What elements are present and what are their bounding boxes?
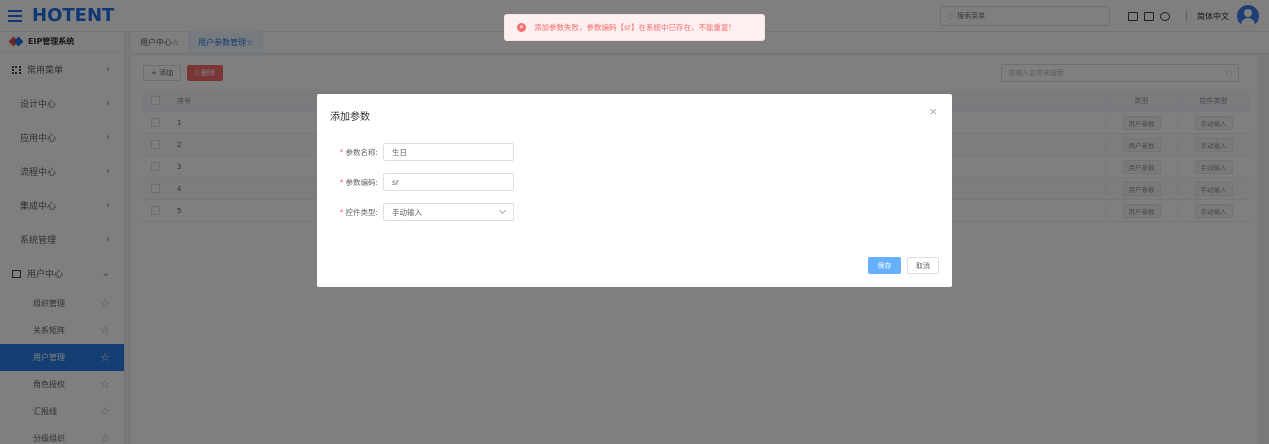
required-mark: * [339, 147, 344, 157]
param-code-input[interactable]: sr [383, 173, 514, 191]
dialog-title: 添加参数 [330, 112, 370, 123]
cancel-button[interactable]: 取消 [907, 257, 939, 274]
control-label: 控件类型: [345, 207, 378, 217]
control-field-row: * 控件类型: 手动输入 [317, 203, 514, 221]
control-type-value: 手动输入 [392, 207, 422, 217]
required-mark: * [339, 207, 344, 217]
param-code-value: sr [392, 177, 399, 187]
param-name-value: 生日 [392, 147, 407, 157]
error-icon: ✕ [517, 23, 526, 32]
required-mark: * [339, 177, 344, 187]
save-button[interactable]: 保存 [868, 257, 901, 274]
close-icon[interactable]: × [929, 105, 938, 118]
toast-message: 添加参数失败，参数编码【sr】在系统中已存在，不能重复! [534, 23, 732, 32]
error-toast: ✕ 添加参数失败，参数编码【sr】在系统中已存在，不能重复! [504, 14, 765, 41]
name-label: 参数名称: [345, 147, 378, 157]
control-type-select[interactable]: 手动输入 [383, 203, 514, 221]
name-field-row: * 参数名称: 生日 [317, 143, 514, 161]
code-field-row: * 参数编码: sr [317, 173, 514, 191]
chevron-down-icon [498, 206, 507, 215]
param-name-input[interactable]: 生日 [383, 143, 514, 161]
code-label: 参数编码: [345, 177, 378, 187]
add-param-dialog: 添加参数 × * 参数名称: 生日 * 参数编码: sr * 控件类型: 手动输入 保… [317, 94, 952, 287]
